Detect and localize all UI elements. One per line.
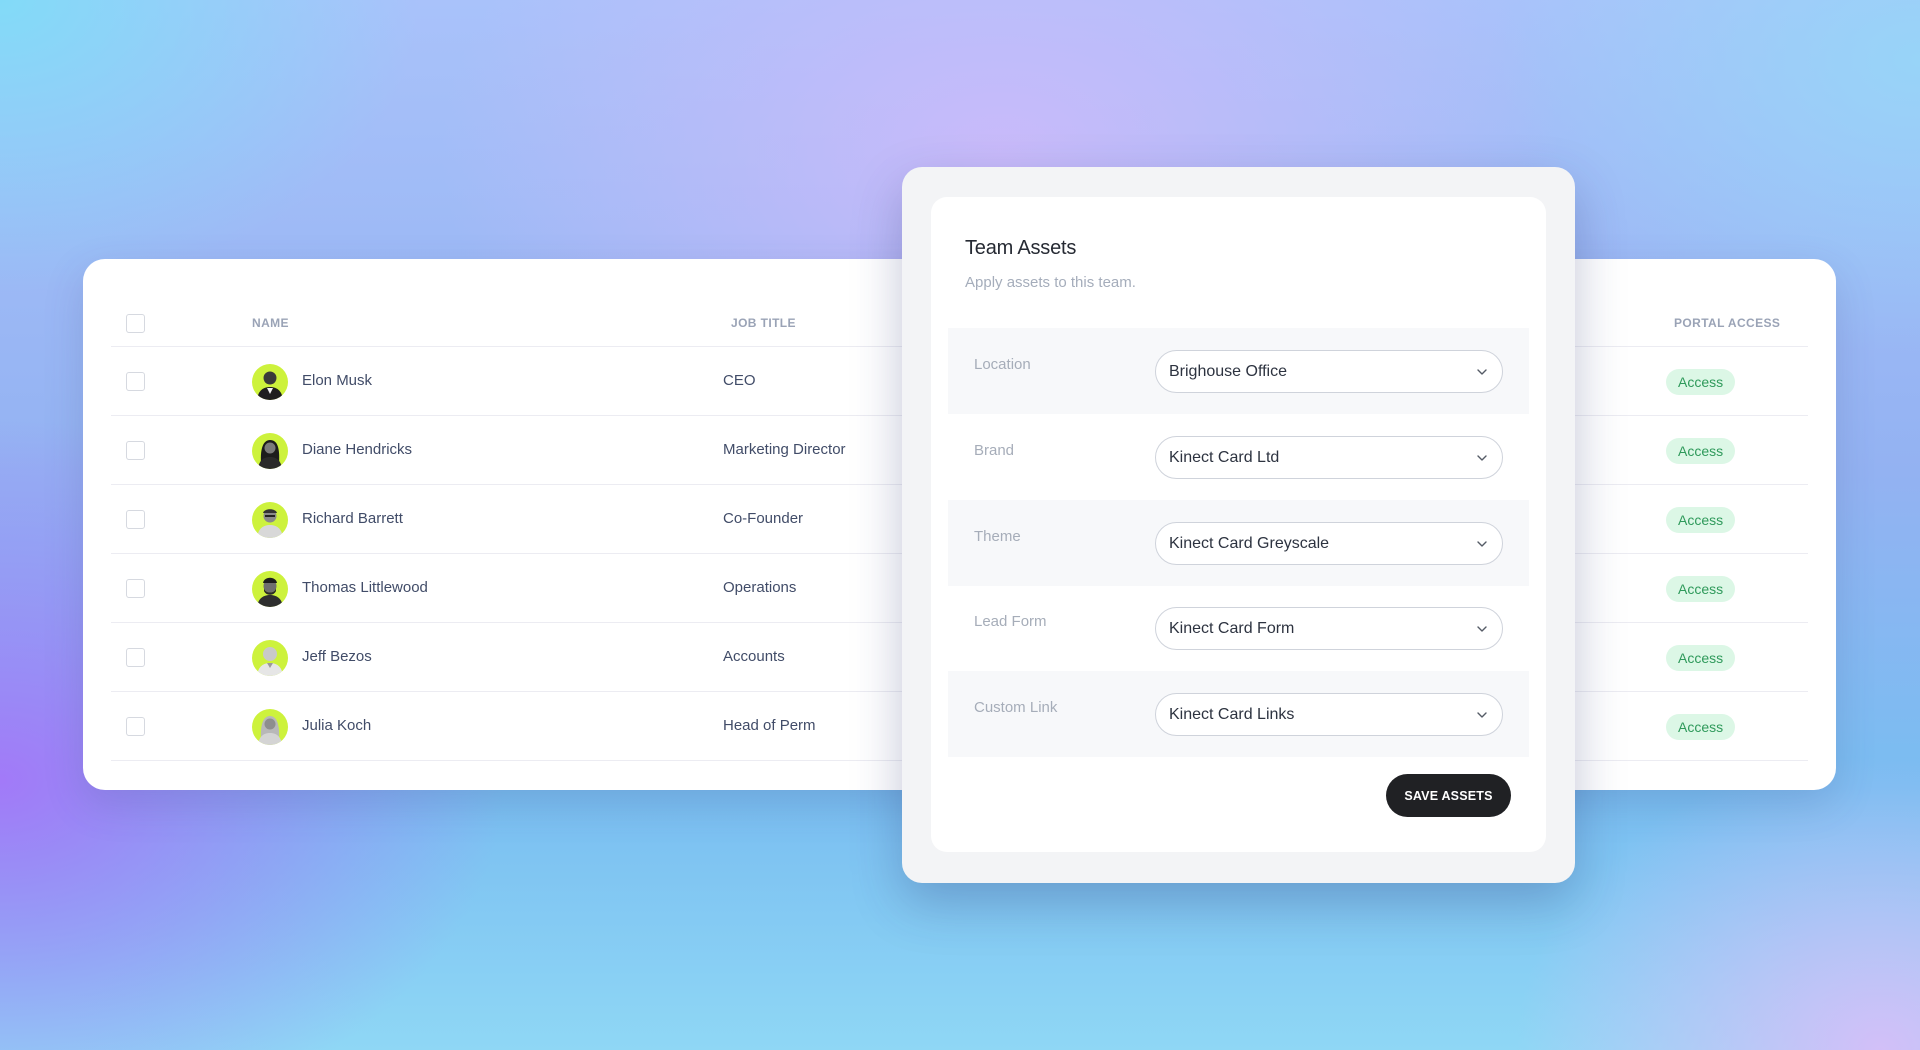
chevron-down-icon — [1476, 538, 1488, 550]
select-value: Kinect Card Links — [1169, 706, 1295, 723]
field-label: Custom Link — [974, 699, 1058, 716]
brand-select[interactable]: Kinect Card Ltd — [1155, 436, 1503, 479]
member-job-title: Head of Perm — [723, 717, 816, 734]
field-row-theme: Theme Kinect Card Greyscale — [948, 500, 1529, 586]
portal-access-badge: Access — [1666, 438, 1736, 464]
select-value: Kinect Card Ltd — [1169, 449, 1280, 466]
row-checkbox[interactable] — [126, 510, 145, 529]
portal-access-badge: Access — [1666, 714, 1736, 740]
row-checkbox[interactable] — [126, 579, 145, 598]
row-checkbox[interactable] — [126, 648, 145, 667]
field-label: Brand — [974, 442, 1015, 459]
select-value: Kinect Card Greyscale — [1169, 535, 1330, 552]
avatar — [252, 433, 288, 469]
avatar — [252, 364, 288, 400]
portal-access-badge: Access — [1666, 645, 1736, 671]
avatar — [252, 502, 288, 538]
theme-select[interactable]: Kinect Card Greyscale — [1155, 522, 1503, 565]
member-name[interactable]: Elon Musk — [302, 372, 372, 389]
column-header-job-title[interactable]: JOB TITLE — [731, 316, 796, 330]
field-row-brand: Brand Kinect Card Ltd — [948, 414, 1529, 500]
modal-title: Team Assets — [965, 237, 1077, 259]
chevron-down-icon — [1476, 452, 1488, 464]
member-job-title: CEO — [723, 372, 756, 389]
portal-access-badge: Access — [1666, 369, 1736, 395]
column-header-portal-access[interactable]: PORTAL ACCESS — [1674, 316, 1780, 330]
member-job-title: Marketing Director — [723, 441, 846, 458]
team-assets-panel: Team Assets Apply assets to this team. L… — [931, 197, 1546, 852]
field-label: Theme — [974, 528, 1021, 545]
column-header-name[interactable]: NAME — [252, 316, 289, 330]
save-assets-button[interactable]: SAVE ASSETS — [1386, 774, 1511, 817]
field-row-location: Location Brighouse Office — [948, 328, 1529, 414]
portal-access-badge: Access — [1666, 576, 1736, 602]
row-checkbox[interactable] — [126, 372, 145, 391]
custom-link-select[interactable]: Kinect Card Links — [1155, 693, 1503, 736]
portal-access-badge: Access — [1666, 507, 1736, 533]
modal-subtitle: Apply assets to this team. — [965, 274, 1136, 291]
row-checkbox[interactable] — [126, 717, 145, 736]
field-label: Location — [974, 356, 1031, 373]
member-name[interactable]: Thomas Littlewood — [302, 579, 428, 596]
chevron-down-icon — [1476, 623, 1488, 635]
select-value: Kinect Card Form — [1169, 620, 1295, 637]
avatar — [252, 709, 288, 745]
team-assets-modal: Team Assets Apply assets to this team. L… — [902, 167, 1575, 883]
avatar — [252, 571, 288, 607]
field-label: Lead Form — [974, 613, 1047, 630]
member-name[interactable]: Julia Koch — [302, 717, 371, 734]
field-row-lead-form: Lead Form Kinect Card Form — [948, 585, 1529, 671]
location-select[interactable]: Brighouse Office — [1155, 350, 1503, 393]
member-name[interactable]: Richard Barrett — [302, 510, 403, 527]
lead-form-select[interactable]: Kinect Card Form — [1155, 607, 1503, 650]
member-name[interactable]: Jeff Bezos — [302, 648, 372, 665]
chevron-down-icon — [1476, 366, 1488, 378]
member-job-title: Co-Founder — [723, 510, 804, 527]
member-job-title: Operations — [723, 579, 797, 596]
select-value: Brighouse Office — [1169, 363, 1287, 380]
member-name[interactable]: Diane Hendricks — [302, 441, 412, 458]
field-row-custom-link: Custom Link Kinect Card Links — [948, 671, 1529, 757]
chevron-down-icon — [1476, 709, 1488, 721]
avatar — [252, 640, 288, 676]
member-job-title: Accounts — [723, 648, 785, 665]
select-all-checkbox[interactable] — [126, 314, 145, 333]
row-checkbox[interactable] — [126, 441, 145, 460]
